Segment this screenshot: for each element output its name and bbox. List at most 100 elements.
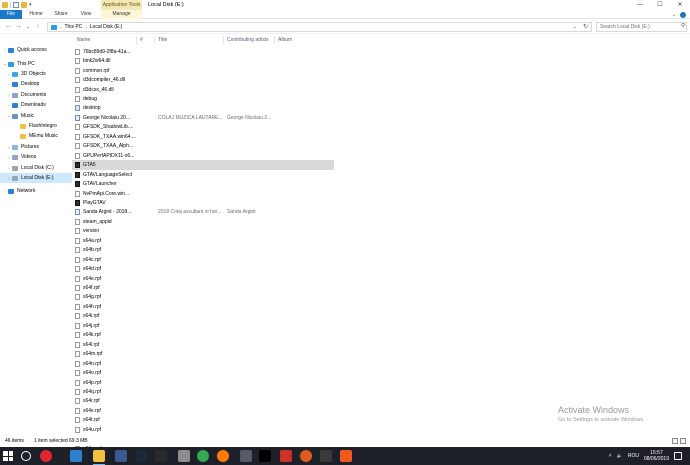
file-row[interactable]: x64a.rpf (72, 236, 334, 246)
tab-share[interactable]: Share (50, 10, 72, 19)
nav-item-local-disk-c[interactable]: › Local Disk (C:) (0, 163, 72, 173)
nav-item-downloads[interactable]: › Downloads (0, 100, 72, 110)
file-row[interactable]: x64n.rpf (72, 359, 334, 369)
file-row[interactable]: Sanda Argint - 2018... 2018 Colaj asculta… (72, 208, 334, 218)
gamepad-icon[interactable] (240, 450, 252, 462)
forward-button[interactable]: → (14, 22, 22, 32)
refresh-icon[interactable]: ↻ (583, 23, 588, 31)
file-row[interactable]: x64q.rpf (72, 387, 334, 397)
notification-icon[interactable] (674, 452, 682, 460)
nav-item-local-disk-e[interactable]: › Local Disk (E:) (0, 173, 72, 183)
properties-icon[interactable] (13, 2, 19, 8)
firefox-icon[interactable] (217, 450, 229, 462)
file-row[interactable]: x64e.rpf (72, 274, 334, 284)
nav-item-videos[interactable]: › Videos (0, 152, 72, 162)
file-row[interactable]: x64k.rpf (72, 331, 334, 341)
column-divider[interactable] (274, 36, 275, 44)
file-row[interactable]: x64c.rpf (72, 255, 334, 265)
media-icon[interactable] (115, 450, 127, 462)
file-row[interactable]: GPUPerfAPIDX11-x6... (72, 151, 334, 161)
file-row[interactable]: x64f.rpf (72, 283, 334, 293)
tab-home[interactable]: Home (25, 10, 47, 19)
search-icon[interactable] (21, 451, 31, 461)
file-row[interactable]: version (72, 227, 334, 237)
nav-item-this-pc[interactable]: ⌄ This PC (0, 59, 72, 69)
file-row[interactable]: debug (72, 94, 334, 104)
file-row[interactable]: GTAVLauncher (72, 179, 334, 189)
file-row[interactable]: d3dcsx_46.dll (72, 85, 334, 95)
file-row[interactable]: x64b.rpf (72, 245, 334, 255)
file-row[interactable]: d3dcompiler_46.dll (72, 75, 334, 85)
sword-icon[interactable] (320, 450, 332, 462)
column-header-artists[interactable]: Contributing artists (227, 35, 269, 45)
nav-item-music[interactable]: ⌄ Music (0, 111, 72, 121)
file-row[interactable]: NvPmApi.Core.win... (72, 189, 334, 199)
language-indicator[interactable]: ROU (628, 453, 639, 459)
flag-icon[interactable] (178, 450, 190, 462)
details-view-icon[interactable] (672, 438, 678, 444)
chevron-down-icon[interactable]: ⌄ (672, 12, 676, 18)
circle-app-icon[interactable] (300, 450, 312, 462)
column-divider[interactable] (136, 36, 137, 44)
search-input[interactable]: Search Local Disk (E:) (596, 22, 687, 32)
origin-icon[interactable] (340, 450, 352, 462)
minimize-button[interactable]: — (630, 0, 650, 10)
file-row[interactable]: x64i.rpf (72, 312, 334, 322)
tab-file[interactable]: File (0, 10, 22, 19)
file-row[interactable]: x64d.rpf (72, 264, 334, 274)
recent-locations-button[interactable]: ⌄ (24, 22, 32, 32)
file-row[interactable]: x64s.rpf (72, 406, 334, 416)
clock[interactable]: 15:57 08/06/2019 (644, 450, 669, 462)
file-row[interactable]: GFSDK_ShadowLib.... (72, 123, 334, 133)
column-divider[interactable] (154, 36, 155, 44)
file-row[interactable]: x64r.rpf (72, 397, 334, 407)
windows-start-icon[interactable] (3, 451, 13, 461)
file-row[interactable]: George Nicolaiu 20... COLAJ MUZICA LAUTAR… (72, 113, 334, 123)
tab-view[interactable]: View (75, 10, 97, 19)
breadcrumb-this-pc[interactable]: This PC (65, 24, 83, 30)
column-header-number[interactable]: # (140, 35, 143, 45)
file-row[interactable]: x64u.rpf (72, 425, 334, 435)
chevron-down-icon[interactable]: ⌄ (573, 23, 577, 31)
up-button[interactable]: ↑ (34, 22, 42, 32)
tab-manage[interactable]: Manage (101, 10, 142, 19)
file-row[interactable]: common.rpf (72, 66, 334, 76)
file-row[interactable]: x64t.rpf (72, 416, 334, 426)
file-row[interactable]: desktop (72, 104, 334, 114)
chevron-up-icon[interactable]: ˄ (609, 453, 612, 459)
nav-item-pictures[interactable]: › Pictures (0, 142, 72, 152)
opera-icon[interactable] (40, 450, 52, 462)
file-row[interactable]: PlayGTAV (72, 198, 334, 208)
file-row[interactable]: GTAVLanguageSelect (72, 170, 334, 180)
back-button[interactable]: ← (4, 22, 12, 32)
volume-icon[interactable]: 🔈 (617, 453, 623, 459)
chrome-icon[interactable] (197, 450, 209, 462)
nav-item-3d-objects[interactable]: › 3D Objects (0, 69, 72, 79)
file-row[interactable]: GTA5 (72, 160, 334, 170)
nav-item-memu-music[interactable]: MEmu Music (0, 131, 72, 141)
file-row[interactable]: GFSDK_TXAA.win64.... (72, 132, 334, 142)
file-row[interactable]: x64l.rpf (72, 340, 334, 350)
file-row[interactable]: x64j.rpf (72, 321, 334, 331)
column-divider[interactable] (223, 36, 224, 44)
steam-icon[interactable] (135, 450, 147, 462)
file-row[interactable]: GFSDK_TXAA_Alph... (72, 142, 334, 152)
file-row[interactable]: x64h.rpf (72, 302, 334, 312)
file-row[interactable]: bink2w64.dll (72, 56, 334, 66)
epic-games-icon[interactable] (155, 450, 167, 462)
chevron-right-icon[interactable]: › (85, 25, 87, 30)
nav-item-quick-access[interactable]: › Quick access (0, 45, 72, 55)
nav-item-desktop[interactable]: › Desktop (0, 79, 72, 89)
nav-item-network[interactable]: › Network (0, 186, 72, 196)
chevron-down-icon[interactable]: ▾ (29, 1, 32, 9)
close-button[interactable]: ✕ (670, 0, 690, 10)
address-bar[interactable]: › This PC › Local Disk (E:) ⌄ ↻ (47, 22, 592, 32)
new-folder-icon[interactable] (21, 2, 27, 8)
nav-item-documents[interactable]: › Documents (0, 90, 72, 100)
file-row[interactable]: x64o.rpf (72, 368, 334, 378)
edge-icon[interactable] (70, 450, 82, 462)
file-row[interactable]: x64p.rpf (72, 378, 334, 388)
rockstar-icon[interactable] (259, 450, 271, 462)
nav-item-flashintegro[interactable]: FlashIntegro (0, 121, 72, 131)
column-header-album[interactable]: Album (278, 35, 292, 45)
